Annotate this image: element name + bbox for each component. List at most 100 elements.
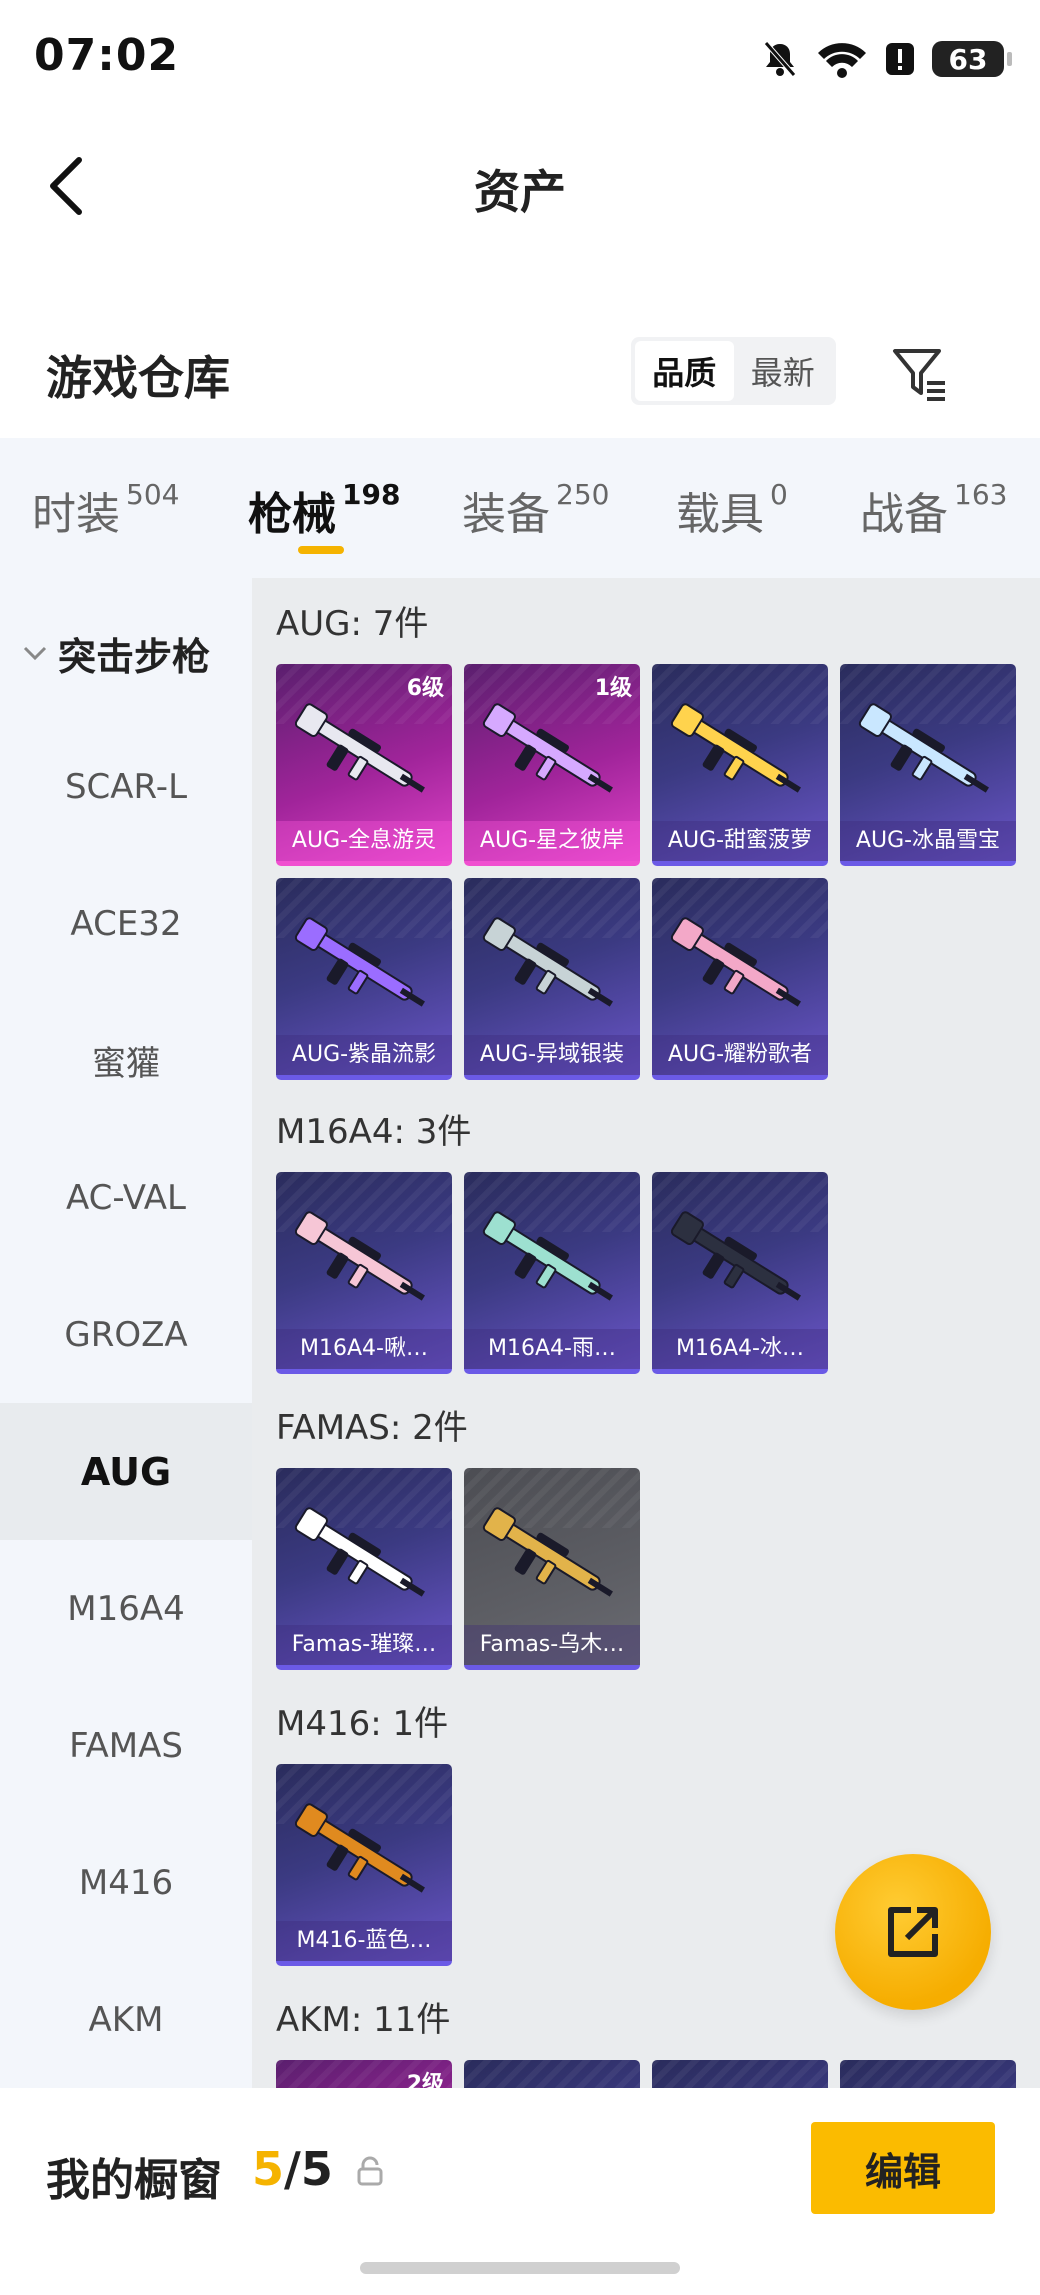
- skin-card[interactable]: M16A4-冰…: [652, 1172, 828, 1374]
- skin-card[interactable]: AUG-异域银装: [464, 878, 640, 1080]
- section-title-akm: AKM: 11件: [276, 2000, 451, 2040]
- page-title: 资产: [474, 165, 566, 219]
- tab-count: 163: [954, 478, 1008, 511]
- section-title-m16a4: M16A4: 3件: [276, 1112, 472, 1152]
- sort-option-newest[interactable]: 最新: [734, 341, 833, 401]
- active-tab-indicator: [298, 546, 344, 554]
- battery-indicator: 63: [932, 41, 1012, 77]
- weapon-sidebar: 突击步枪 SCAR-L ACE32 蜜獾 AC-VAL GROZA AUG M1…: [0, 578, 252, 2088]
- warehouse-header: 游戏仓库 品质 最新: [0, 320, 1040, 420]
- skin-name: AUG-耀粉歌者: [652, 1035, 828, 1075]
- category-tabs: 时装 504 枪械 198 装备 250 载具 0 战备 163: [0, 438, 1040, 578]
- sidebar-group-assault-rifles[interactable]: 突击步枪: [0, 618, 252, 688]
- tab-label: 载具: [676, 489, 764, 540]
- sort-option-quality[interactable]: 品质: [635, 341, 734, 401]
- rifle-icon: [482, 917, 613, 1007]
- skin-name: AUG-星之彼岸: [464, 821, 640, 861]
- wifi-icon: [818, 43, 866, 78]
- rifle-icon: [294, 703, 425, 793]
- tab-costume[interactable]: 时装 504: [32, 478, 179, 542]
- level-badge: 1级: [594, 676, 632, 701]
- tab-vehicles[interactable]: 载具 0: [676, 478, 788, 542]
- card-pattern: [652, 2060, 828, 2088]
- external-link-icon: [888, 1907, 938, 1957]
- rifle-icon: [670, 1211, 801, 1301]
- tab-label: 枪械: [248, 489, 336, 540]
- filter-button[interactable]: [886, 340, 952, 406]
- skin-card[interactable]: 2级: [276, 2060, 452, 2088]
- rifle-icon: [294, 1211, 425, 1301]
- card-pattern: [840, 2060, 1016, 2088]
- skin-card[interactable]: [464, 2060, 640, 2088]
- rifle-icon: [670, 917, 801, 1007]
- rifle-icon: [670, 703, 801, 793]
- skin-card[interactable]: M16A4-雨…: [464, 1172, 640, 1374]
- level-badge: 6级: [406, 676, 444, 701]
- skin-name: AUG-全息游灵: [276, 821, 452, 861]
- skin-card[interactable]: AUG-耀粉歌者: [652, 878, 828, 1080]
- sidebar-item-ace32[interactable]: ACE32: [0, 855, 252, 992]
- status-bar: 07:02 63: [0, 0, 1040, 120]
- sidebar-item-ac-val[interactable]: AC-VAL: [0, 1129, 252, 1266]
- skin-name: Famas-乌木…: [464, 1625, 640, 1665]
- sidebar-item-groza[interactable]: GROZA: [0, 1266, 252, 1403]
- showcase-count: 5/5: [252, 2142, 333, 2196]
- showcase-current: 5: [252, 2142, 285, 2196]
- tab-label: 装备: [462, 489, 550, 540]
- rifle-icon: [482, 1507, 613, 1597]
- skin-card[interactable]: Famas-璀璨…: [276, 1468, 452, 1670]
- skin-card[interactable]: 6级 AUG-全息游灵: [276, 664, 452, 866]
- skin-name: Famas-璀璨…: [276, 1625, 452, 1665]
- sidebar-item-famas[interactable]: FAMAS: [0, 1677, 252, 1814]
- showcase-label: 我的橱窗: [46, 2155, 222, 2206]
- skin-card[interactable]: [652, 2060, 828, 2088]
- filter-icon: [893, 349, 945, 401]
- sidebar-item-aug[interactable]: AUG: [0, 1403, 252, 1540]
- sidebar-item-scar-l[interactable]: SCAR-L: [0, 718, 252, 855]
- skin-name: AUG-紫晶流影: [276, 1035, 452, 1075]
- skin-card[interactable]: [840, 2060, 1016, 2088]
- skin-name: M16A4-啾…: [276, 1329, 452, 1369]
- tab-supplies[interactable]: 战备 163: [860, 478, 1007, 542]
- showcase-bar: 我的橱窗 5/5 编辑: [0, 2088, 1040, 2295]
- showcase-total: /5: [284, 2142, 333, 2196]
- skin-card[interactable]: 1级 AUG-星之彼岸: [464, 664, 640, 866]
- skin-card[interactable]: AUG-冰晶雪宝: [840, 664, 1016, 866]
- tab-label: 时装: [32, 489, 120, 540]
- nav-bar: 资产: [0, 130, 1040, 240]
- sidebar-item-m16a4[interactable]: M16A4: [0, 1540, 252, 1677]
- rifle-icon: [294, 1803, 425, 1893]
- warehouse-title: 游戏仓库: [46, 351, 230, 405]
- lock-icon: [357, 2156, 383, 2186]
- skin-name: M16A4-冰…: [652, 1329, 828, 1369]
- export-fab-button[interactable]: [835, 1854, 991, 2010]
- sidebar-item-akm[interactable]: AKM: [0, 1951, 252, 2088]
- rifle-icon: [294, 917, 425, 1007]
- skin-card[interactable]: Famas-乌木…: [464, 1468, 640, 1670]
- sidebar-item-honey-badger[interactable]: 蜜獾: [0, 992, 252, 1129]
- tab-label: 战备: [860, 489, 948, 540]
- tab-count: 250: [556, 478, 610, 511]
- status-icons: 63: [760, 36, 1012, 82]
- home-indicator[interactable]: [360, 2262, 680, 2274]
- skin-card[interactable]: AUG-紫晶流影: [276, 878, 452, 1080]
- skin-name: AUG-甜蜜菠萝: [652, 821, 828, 861]
- skin-name: M416-蓝色…: [276, 1921, 452, 1961]
- skin-name: AUG-异域银装: [464, 1035, 640, 1075]
- edit-button[interactable]: 编辑: [811, 2122, 995, 2214]
- section-title-m416: M416: 1件: [276, 1704, 449, 1744]
- sidebar-item-m416[interactable]: M416: [0, 1814, 252, 1951]
- skin-card[interactable]: M416-蓝色…: [276, 1764, 452, 1966]
- rifle-icon: [482, 703, 613, 793]
- skin-card[interactable]: AUG-甜蜜菠萝: [652, 664, 828, 866]
- tab-equipment[interactable]: 装备 250: [462, 478, 609, 542]
- alert-icon: [886, 43, 914, 75]
- rifle-icon: [294, 1507, 425, 1597]
- tab-firearms[interactable]: 枪械 198: [248, 478, 400, 542]
- sidebar-group-label: 突击步枪: [58, 634, 211, 679]
- skin-card[interactable]: M16A4-啾…: [276, 1172, 452, 1374]
- card-pattern: [464, 2060, 640, 2088]
- section-title-famas: FAMAS: 2件: [276, 1408, 468, 1448]
- skin-name: M16A4-雨…: [464, 1329, 640, 1369]
- level-badge: 2级: [406, 2072, 444, 2088]
